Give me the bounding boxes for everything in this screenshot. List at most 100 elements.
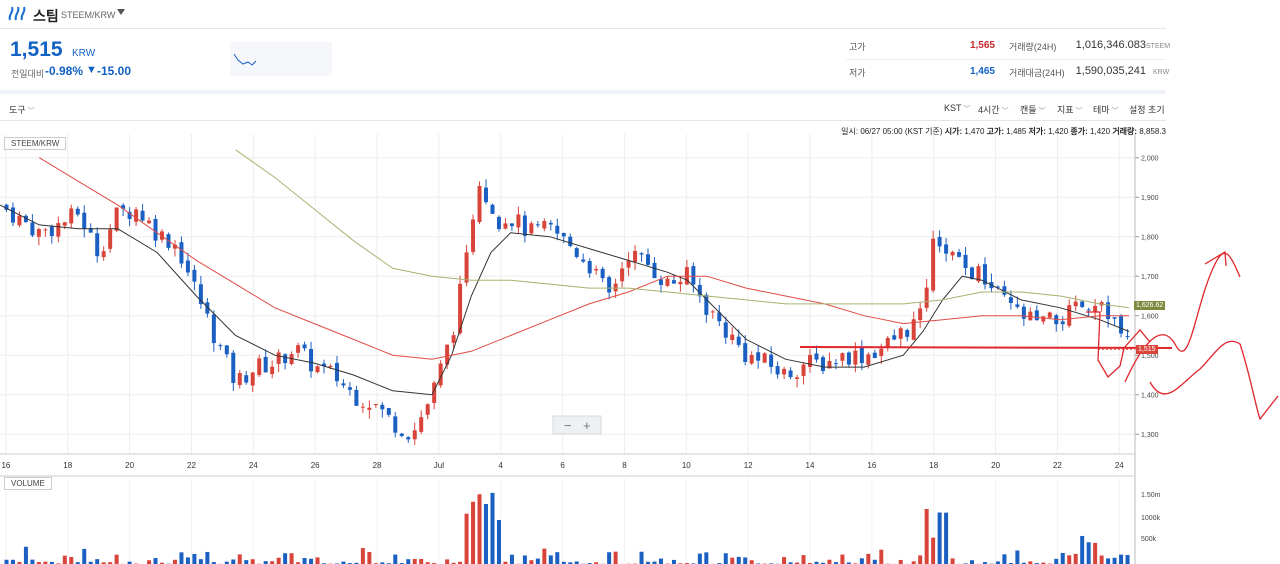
candle-body — [257, 358, 262, 375]
candle-body — [671, 280, 676, 284]
volume-bar — [509, 554, 514, 564]
volume-bar — [866, 553, 871, 564]
candle-body — [905, 330, 910, 337]
volume-bar — [827, 559, 832, 564]
current-price: 1,515 — [10, 38, 63, 61]
candle-body — [477, 185, 482, 223]
candle-body — [846, 352, 851, 365]
candle-body — [36, 229, 41, 237]
candle-body — [108, 229, 113, 249]
candle-body — [594, 269, 599, 271]
candle-body — [425, 404, 430, 415]
candle-body — [814, 353, 819, 360]
candle-body — [75, 208, 80, 215]
x-tick-label: 28 — [373, 461, 382, 470]
chart-toolbar: 도구 ﹀ KST ﹀ 4시간 ﹀ 캔들 ﹀ 지표 ﹀ 테마 ﹀ 설정 초기 — [0, 94, 1166, 121]
y-tick-label: 1,600 — [1141, 314, 1159, 321]
indicator-menu[interactable]: 지표 ﹀ — [1057, 103, 1083, 116]
volume-bar — [730, 557, 735, 564]
x-tick-label: 18 — [929, 461, 938, 470]
y-tick-label: 1,800 — [1141, 235, 1159, 242]
candle-body — [892, 335, 897, 340]
candle-body — [1041, 316, 1046, 322]
volume-bar — [4, 559, 9, 564]
candle-body — [1067, 305, 1072, 326]
candle-body — [309, 348, 314, 372]
volume-bar — [244, 560, 249, 564]
volume-bar — [1060, 552, 1065, 564]
candle-body — [775, 366, 780, 375]
volume-bar — [931, 537, 936, 564]
candle-body — [328, 365, 333, 368]
candle-body — [762, 353, 767, 363]
volume-bar — [1099, 555, 1104, 564]
price-chart[interactable]: 2,0001,9001,8001,7001,6001,5001,4001,300… — [0, 134, 1280, 564]
volume-bar — [62, 555, 67, 564]
volume-bar — [529, 560, 534, 564]
candle-body — [639, 253, 644, 255]
timezone-label: KST — [944, 103, 962, 113]
interval-label: 4시간 — [978, 105, 1000, 115]
zoom-out-button[interactable]: − — [564, 418, 572, 433]
volume-bar — [1067, 555, 1072, 564]
x-tick-label: 24 — [1115, 461, 1124, 470]
volume-bar — [613, 551, 618, 564]
candle-body — [587, 261, 592, 274]
candle-menu[interactable]: 캔들 ﹀ — [1020, 103, 1046, 116]
volume-bar — [360, 548, 365, 564]
volume-bar — [918, 555, 923, 564]
volume-bar — [315, 557, 320, 564]
chevron-down-icon: ﹀ — [27, 108, 35, 115]
candle-body — [95, 233, 100, 257]
volume-bar — [185, 557, 190, 564]
volume-tick-label: 1000k — [1141, 515, 1161, 522]
candle-body — [568, 236, 573, 247]
candle-body — [451, 335, 456, 343]
candle-body — [360, 406, 365, 408]
volume-bar — [840, 554, 845, 564]
candle-body — [386, 408, 391, 415]
tools-menu[interactable]: 도구 ﹀ — [9, 103, 35, 116]
volume-24h-value: 1,016,346.083 — [1075, 39, 1146, 51]
candle-body — [820, 357, 825, 372]
candle-body — [1125, 336, 1130, 338]
volume-bar — [471, 501, 476, 564]
candle-body — [276, 352, 281, 364]
volume-bar — [944, 512, 949, 564]
volume-bar — [82, 548, 87, 564]
volume-bar — [937, 512, 942, 564]
pair-dropdown-chevron-icon[interactable] — [117, 9, 125, 15]
interval-menu[interactable]: 4시간 ﹀ — [978, 103, 1009, 116]
volume-bar — [490, 492, 495, 564]
candle-body — [859, 347, 864, 364]
x-tick-label: 22 — [187, 461, 196, 470]
candle-body — [315, 366, 320, 373]
high-label: 고가 — [849, 42, 866, 52]
volume-bar — [1119, 554, 1124, 564]
volume-bar — [548, 555, 553, 564]
volume-bar — [970, 560, 975, 564]
candle-body — [367, 407, 372, 410]
candle-body — [853, 350, 858, 365]
timezone-menu[interactable]: KST ﹀ — [944, 103, 971, 114]
candle-body — [185, 260, 190, 273]
candle-body — [380, 404, 385, 410]
zoom-in-button[interactable]: + — [583, 418, 591, 433]
candle-body — [509, 223, 514, 227]
candle-body — [503, 223, 508, 229]
reset-settings-button[interactable]: 설정 초기 — [1129, 103, 1165, 116]
theme-menu[interactable]: 테마 ﹀ — [1093, 103, 1119, 116]
volume-bar — [1125, 555, 1130, 564]
candle-body — [736, 336, 741, 345]
candle-body — [535, 224, 540, 226]
candle-body — [522, 215, 527, 236]
candle-body — [347, 387, 352, 390]
candle-body — [399, 433, 404, 436]
volume-bar — [859, 558, 864, 564]
volume-24h-unit: STEEM — [1146, 43, 1171, 50]
volume-bar — [1112, 557, 1117, 564]
volume-bar — [406, 559, 411, 564]
candle-body — [419, 417, 424, 432]
candle-body — [244, 375, 249, 383]
candle-body — [646, 254, 651, 265]
